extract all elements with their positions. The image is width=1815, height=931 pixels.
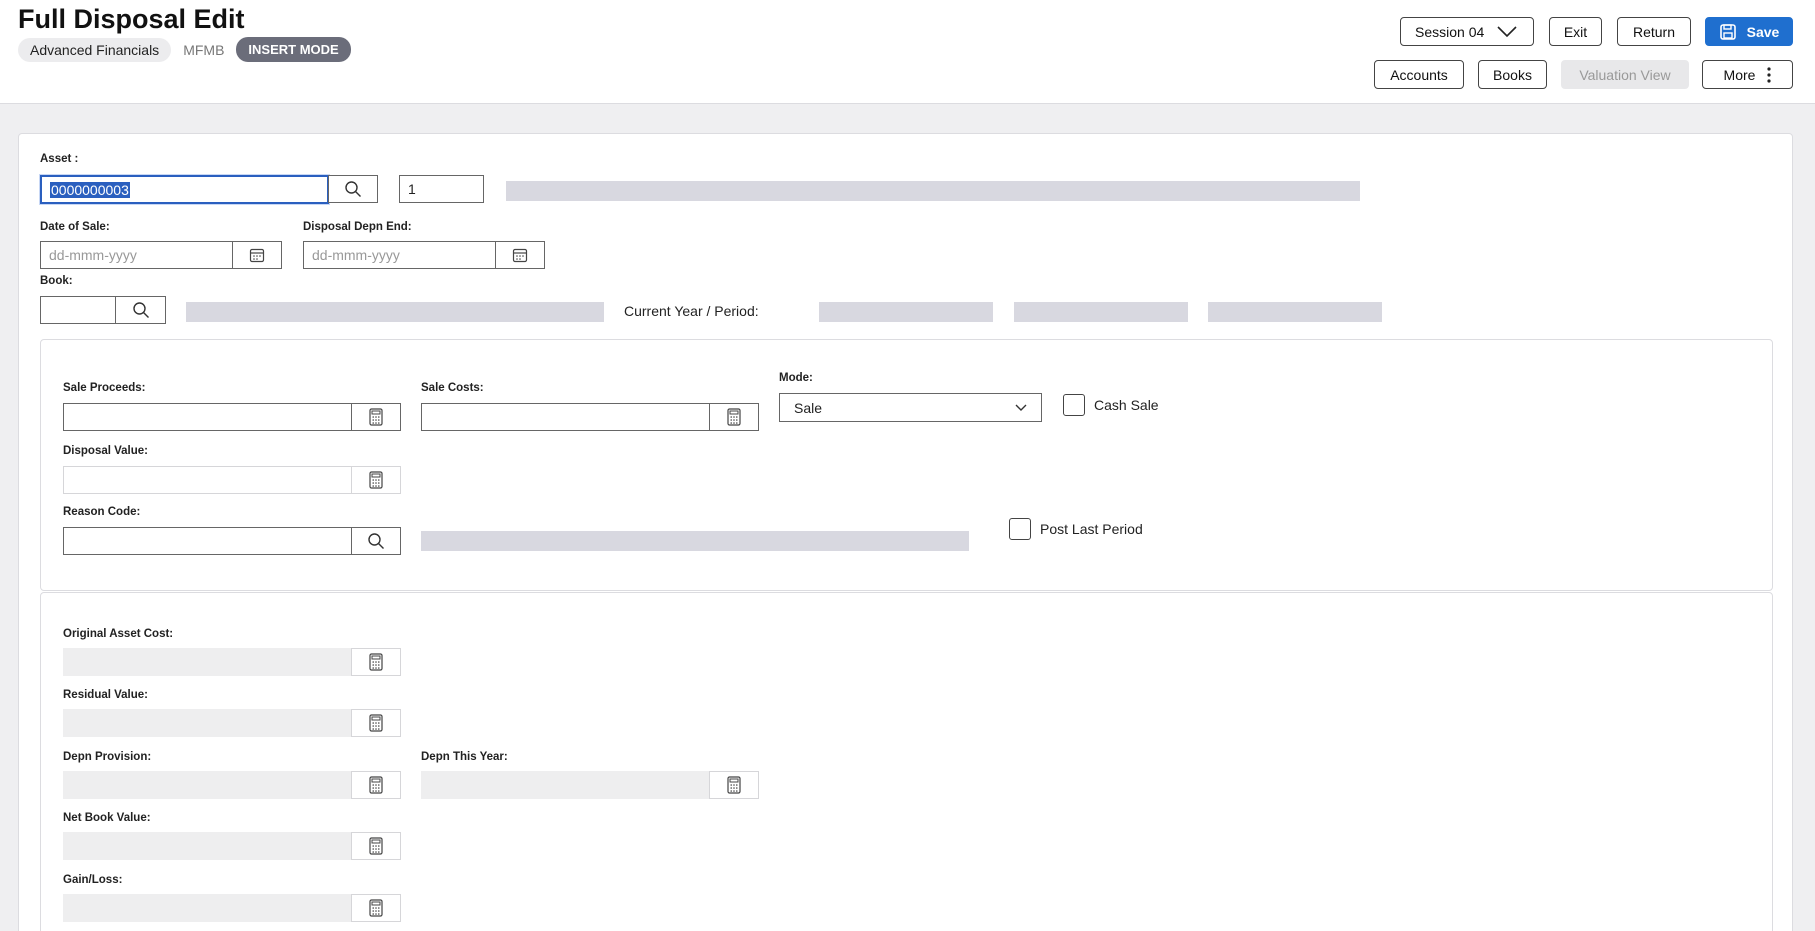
save-button[interactable]: Save xyxy=(1705,17,1793,46)
asset-description xyxy=(506,181,1360,201)
current-year-value xyxy=(819,302,993,322)
depn-provision-input xyxy=(63,771,352,799)
cash-sale-checkbox[interactable] xyxy=(1063,394,1085,416)
mode-value: Sale xyxy=(794,399,823,416)
book-description xyxy=(186,302,604,322)
current-period-extra xyxy=(1208,302,1382,322)
gain-loss-label: Gain/Loss: xyxy=(63,874,123,886)
depn-provision-calculator-button[interactable] xyxy=(351,771,401,799)
chevron-down-icon xyxy=(1496,25,1518,39)
depn-this-year-label: Depn This Year: xyxy=(421,751,508,763)
mode-label: Mode: xyxy=(779,372,813,384)
current-year-period-label: Current Year / Period: xyxy=(624,303,759,319)
vertical-dots-icon xyxy=(1767,66,1772,83)
calendar-icon xyxy=(249,247,265,263)
mode-badge: INSERT MODE xyxy=(236,37,351,62)
session-label: Session 04 xyxy=(1415,23,1485,40)
reason-code-search-button[interactable] xyxy=(351,527,401,555)
values-section: Original Asset Cost: Residual Value: Dep… xyxy=(40,592,1773,931)
more-label: More xyxy=(1723,66,1756,83)
return-button[interactable]: Return xyxy=(1617,17,1691,46)
book-search-button[interactable] xyxy=(115,296,166,324)
date-of-sale-label: Date of Sale: xyxy=(40,221,110,233)
asset-search-button[interactable] xyxy=(328,175,378,203)
depn-provision-label: Depn Provision: xyxy=(63,751,152,763)
search-icon xyxy=(344,180,362,198)
date-of-sale-calendar-button[interactable] xyxy=(232,241,282,269)
original-asset-cost-label: Original Asset Cost: xyxy=(63,628,174,640)
books-button[interactable]: Books xyxy=(1478,60,1547,89)
accounts-button[interactable]: Accounts xyxy=(1374,60,1464,89)
disposal-value-input[interactable] xyxy=(63,466,352,494)
calendar-icon xyxy=(512,247,528,263)
main-panel: Asset : 0000000003 1 Date of Sale: dd-mm… xyxy=(18,133,1793,931)
calculator-icon xyxy=(727,776,741,794)
session-dropdown[interactable]: Session 04 xyxy=(1400,17,1534,46)
calculator-icon xyxy=(369,653,383,671)
sale-costs-label: Sale Costs: xyxy=(421,382,484,394)
product-chip: Advanced Financials xyxy=(18,37,172,62)
date-of-sale-input[interactable]: dd-mmm-yyyy xyxy=(40,241,233,269)
more-button[interactable]: More xyxy=(1702,60,1793,89)
depn-this-year-calculator-button[interactable] xyxy=(709,771,759,799)
reason-code-label: Reason Code: xyxy=(63,506,141,518)
calculator-icon xyxy=(369,837,383,855)
sale-costs-calculator-button[interactable] xyxy=(709,403,759,431)
residual-value-calculator-button[interactable] xyxy=(351,709,401,737)
asset-label: Asset : xyxy=(40,153,79,165)
valuation-view-button[interactable]: Valuation View xyxy=(1561,60,1689,89)
depn-this-year-input xyxy=(421,771,710,799)
net-book-value-calculator-button[interactable] xyxy=(351,832,401,860)
asset-value: 0000000003 xyxy=(50,181,130,198)
book-label: Book: xyxy=(40,275,73,287)
residual-value-label: Residual Value: xyxy=(63,689,149,701)
residual-value-input xyxy=(63,709,352,737)
header-chips: Advanced Financials MFMB INSERT MODE xyxy=(18,37,351,62)
save-label: Save xyxy=(1746,23,1780,40)
sale-proceeds-input[interactable] xyxy=(63,403,352,431)
gain-loss-input xyxy=(63,894,352,922)
calculator-icon xyxy=(369,714,383,732)
original-asset-cost-input xyxy=(63,648,352,676)
calculator-icon xyxy=(369,899,383,917)
reason-code-description xyxy=(421,531,969,551)
gain-loss-calculator-button[interactable] xyxy=(351,894,401,922)
search-icon xyxy=(367,532,385,550)
chevron-down-icon xyxy=(1015,404,1027,412)
book-input[interactable] xyxy=(40,296,116,324)
net-book-value-label: Net Book Value: xyxy=(63,812,151,824)
disposal-depn-end-input[interactable]: dd-mmm-yyyy xyxy=(303,241,496,269)
calculator-icon xyxy=(369,776,383,794)
calculator-icon xyxy=(369,408,383,426)
calculator-icon xyxy=(369,471,383,489)
asset-sequence-input[interactable]: 1 xyxy=(399,175,484,203)
post-last-period-label: Post Last Period xyxy=(1040,521,1143,537)
program-code: MFMB xyxy=(183,41,225,58)
net-book-value-input xyxy=(63,832,352,860)
disposal-value-label: Disposal Value: xyxy=(63,445,149,457)
asset-input[interactable]: 0000000003 xyxy=(40,175,329,204)
page-header: Full Disposal Edit Advanced Financials M… xyxy=(0,0,1815,104)
post-last-period-checkbox[interactable] xyxy=(1009,518,1031,540)
sale-proceeds-label: Sale Proceeds: xyxy=(63,382,146,394)
reason-code-input[interactable] xyxy=(63,527,352,555)
mode-select[interactable]: Sale xyxy=(779,393,1042,422)
sale-proceeds-calculator-button[interactable] xyxy=(351,403,401,431)
calculator-icon xyxy=(727,408,741,426)
sale-costs-input[interactable] xyxy=(421,403,710,431)
disposal-value-calculator-button[interactable] xyxy=(351,466,401,494)
search-icon xyxy=(132,301,150,319)
disposal-depn-end-label: Disposal Depn End: xyxy=(303,221,412,233)
cash-sale-label: Cash Sale xyxy=(1094,397,1159,413)
current-period-value xyxy=(1014,302,1188,322)
exit-button[interactable]: Exit xyxy=(1549,17,1602,46)
disposal-depn-end-calendar-button[interactable] xyxy=(495,241,545,269)
original-asset-cost-calculator-button[interactable] xyxy=(351,648,401,676)
save-icon xyxy=(1719,23,1737,41)
page-title: Full Disposal Edit xyxy=(18,4,245,34)
sale-section: Sale Proceeds: Sale Costs: Mode: Sale Ca… xyxy=(40,339,1773,591)
